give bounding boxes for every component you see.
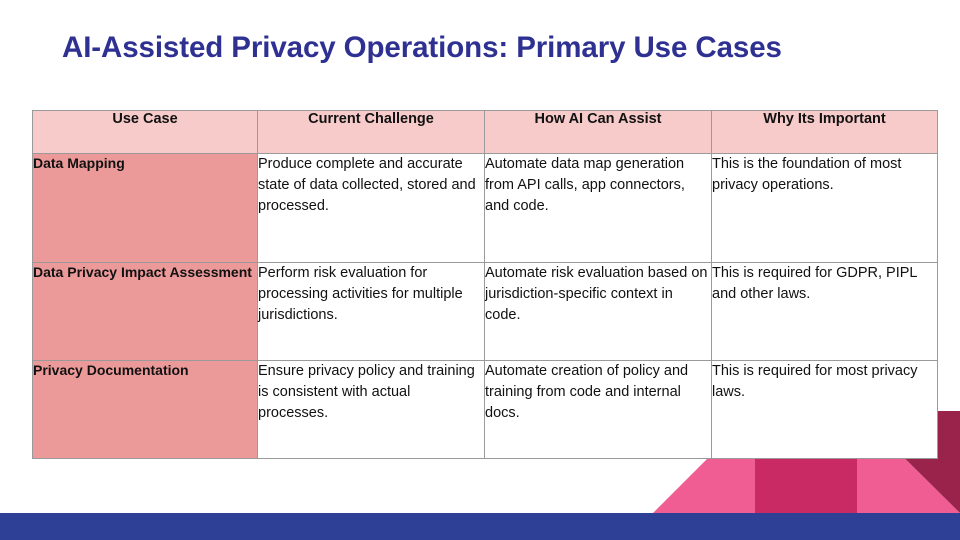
cell-why-its-important: This is the foundation of most privacy o… [711,153,938,263]
cell-current-challenge: Perform risk evaluation for processing a… [257,262,485,361]
cell-current-challenge: Produce complete and accurate state of d… [257,153,485,263]
cell-current-challenge: Ensure privacy policy and training is co… [257,360,485,459]
cell-use-case: Data Mapping [32,153,258,263]
cell-how-ai-can-assist: Automate data map generation from API ca… [484,153,712,263]
slide-canvas: AI-Assisted Privacy Operations: Primary … [0,0,960,540]
column-header-how-ai-can-assist: How AI Can Assist [484,110,712,154]
cell-use-case: Data Privacy Impact Assessment [32,262,258,361]
column-header-current-challenge: Current Challenge [257,110,485,154]
use-case-table-container: Use Case Current Challenge How AI Can As… [32,110,938,459]
table-row: Privacy Documentation Ensure privacy pol… [32,360,938,459]
cell-why-its-important: This is required for GDPR, PIPL and othe… [711,262,938,361]
table-row: Data Privacy Impact Assessment Perform r… [32,262,938,361]
table-row: Data Mapping Produce complete and accura… [32,153,938,263]
cell-why-its-important: This is required for most privacy laws. [711,360,938,459]
cell-how-ai-can-assist: Automate creation of policy and training… [484,360,712,459]
column-header-use-case: Use Case [32,110,258,154]
cell-use-case: Privacy Documentation [32,360,258,459]
cell-how-ai-can-assist: Automate risk evaluation based on jurisd… [484,262,712,361]
use-case-table: Use Case Current Challenge How AI Can As… [32,110,938,459]
page-title: AI-Assisted Privacy Operations: Primary … [62,31,782,64]
column-header-why-its-important: Why Its Important [711,110,938,154]
footer-bar [0,513,960,540]
table-header-row: Use Case Current Challenge How AI Can As… [32,110,938,154]
